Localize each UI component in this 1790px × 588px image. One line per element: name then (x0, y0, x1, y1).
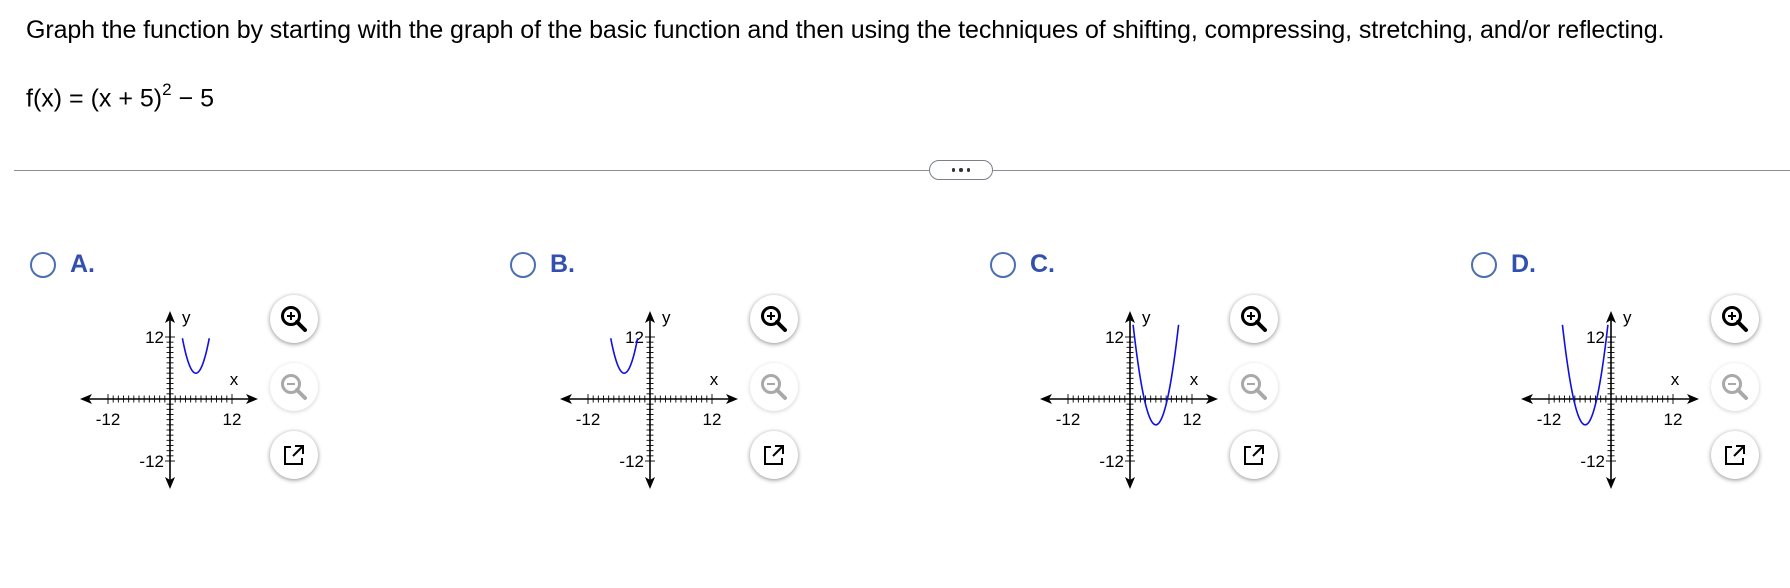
option-d-letter: D. (1511, 250, 1536, 278)
option-c-graph: -12 12 12 -12 y x (1040, 308, 1218, 489)
option-d-zoom-out-button[interactable] (1711, 363, 1759, 411)
zoom-in-icon (1241, 306, 1267, 332)
option-c: C. -12 12 12 -12 y x (990, 238, 1390, 518)
option-a-letter: A. (70, 250, 95, 278)
zoom-out-icon (281, 374, 307, 400)
zoom-in-icon (761, 306, 787, 332)
option-c-zoom-out-button[interactable] (1230, 363, 1278, 411)
option-a-zoom-out-button[interactable] (270, 363, 318, 411)
more-button[interactable] (929, 160, 993, 180)
external-link-icon (1244, 445, 1264, 465)
option-b-popout-button[interactable] (750, 431, 798, 479)
y-axis-label: y (1623, 308, 1632, 327)
function-prefix: f(x) = (x + 5) (26, 84, 163, 113)
option-c-popout-button[interactable] (1230, 431, 1278, 479)
y-tick-label-neg: -12 (1580, 452, 1605, 471)
zoom-out-icon (1722, 374, 1748, 400)
y-tick-label-pos: 12 (625, 328, 644, 347)
ellipsis-icon (951, 168, 956, 172)
option-a: A. -12 12 12 -12 y x (30, 238, 430, 518)
x-axis-label: x (1671, 370, 1680, 389)
ellipsis-dot (966, 168, 971, 172)
parabola-curve (1132, 324, 1180, 426)
zoom-out-icon (761, 374, 787, 400)
x-tick-label-pos: 12 (1664, 410, 1683, 429)
x-tick-label-neg: -12 (1056, 410, 1081, 429)
y-axis-label: y (182, 308, 191, 327)
option-d-radio[interactable] (1471, 252, 1497, 278)
question-prompt: Graph the function by starting with the … (26, 16, 1665, 44)
external-link-icon (1725, 445, 1745, 465)
y-tick-label-pos: 12 (1586, 328, 1605, 347)
x-tick-label-neg: -12 (1537, 410, 1562, 429)
y-tick-label-neg: -12 (139, 452, 164, 471)
x-axis-label: x (1190, 370, 1199, 389)
function-suffix: − 5 (171, 84, 215, 113)
option-b: B. -12 12 12 -12 y x (510, 238, 910, 518)
option-d: D. -12 12 12 -12 y x (1471, 238, 1790, 518)
option-d-graph: -12 12 12 -12 y x (1521, 308, 1699, 489)
external-link-icon (764, 445, 784, 465)
y-tick-label-pos: 12 (1105, 328, 1124, 347)
option-d-popout-button[interactable] (1711, 431, 1759, 479)
option-a-radio[interactable] (30, 252, 56, 278)
option-b-zoom-out-button[interactable] (750, 363, 798, 411)
y-axis-label: y (662, 308, 671, 327)
option-a-graph: -12 12 12 -12 y x (80, 308, 258, 489)
external-link-icon (284, 445, 304, 465)
y-tick-label-neg: -12 (619, 452, 644, 471)
option-d-zoom-in-button[interactable] (1711, 295, 1759, 343)
option-a-zoom-in-button[interactable] (270, 295, 318, 343)
zoom-out-icon (1241, 374, 1267, 400)
zoom-in-icon (281, 306, 307, 332)
x-tick-label-pos: 12 (223, 410, 242, 429)
section-divider (14, 170, 1790, 171)
x-axis-label: x (710, 370, 719, 389)
option-b-zoom-in-button[interactable] (750, 295, 798, 343)
option-c-letter: C. (1030, 250, 1055, 278)
x-tick-label-pos: 12 (1183, 410, 1202, 429)
zoom-in-icon (1722, 306, 1748, 332)
option-b-graph: -12 12 12 -12 y x (560, 308, 738, 489)
option-b-letter: B. (550, 250, 575, 278)
function-expression: f(x) = (x + 5)2 − 5 (26, 80, 215, 113)
x-axis-label: x (230, 370, 239, 389)
x-tick-label-neg: -12 (96, 410, 121, 429)
parabola-curve (181, 338, 211, 374)
option-a-popout-button[interactable] (270, 431, 318, 479)
option-c-radio[interactable] (990, 252, 1016, 278)
y-tick-label-pos: 12 (145, 328, 164, 347)
y-tick-label-neg: -12 (1099, 452, 1124, 471)
x-tick-label-pos: 12 (703, 410, 722, 429)
y-axis-label: y (1142, 308, 1151, 327)
x-tick-label-neg: -12 (576, 410, 601, 429)
ellipsis-dot (959, 168, 963, 172)
option-c-zoom-in-button[interactable] (1230, 295, 1278, 343)
function-exponent: 2 (162, 80, 172, 99)
option-b-radio[interactable] (510, 252, 536, 278)
